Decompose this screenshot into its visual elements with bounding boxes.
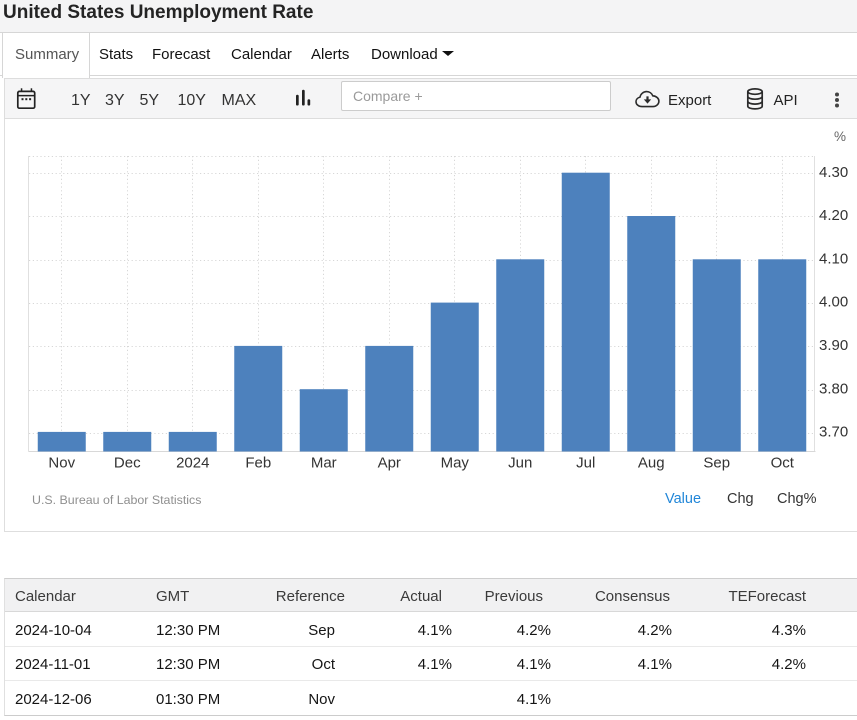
svg-text:4.00: 4.00 bbox=[819, 294, 848, 311]
svg-text:3.70: 3.70 bbox=[819, 424, 848, 441]
svg-text:4.20: 4.20 bbox=[819, 207, 848, 224]
svg-text:Nov: Nov bbox=[48, 454, 75, 471]
svg-text:Jul: Jul bbox=[576, 454, 595, 471]
svg-text:Aug: Aug bbox=[638, 454, 665, 471]
svg-text:2024: 2024 bbox=[176, 454, 209, 471]
svg-text:4.10: 4.10 bbox=[819, 250, 848, 267]
svg-text:Dec: Dec bbox=[114, 454, 141, 471]
svg-text:Feb: Feb bbox=[245, 454, 271, 471]
svg-text:Apr: Apr bbox=[378, 454, 401, 471]
svg-text:Jun: Jun bbox=[508, 454, 532, 471]
svg-text:%: % bbox=[834, 129, 846, 144]
svg-text:3.90: 3.90 bbox=[819, 337, 848, 354]
svg-text:4.30: 4.30 bbox=[819, 164, 848, 181]
svg-text:3.80: 3.80 bbox=[819, 380, 848, 397]
svg-text:Sep: Sep bbox=[703, 454, 730, 471]
svg-text:May: May bbox=[441, 454, 470, 471]
svg-text:Oct: Oct bbox=[771, 454, 795, 471]
svg-text:Mar: Mar bbox=[311, 454, 337, 471]
